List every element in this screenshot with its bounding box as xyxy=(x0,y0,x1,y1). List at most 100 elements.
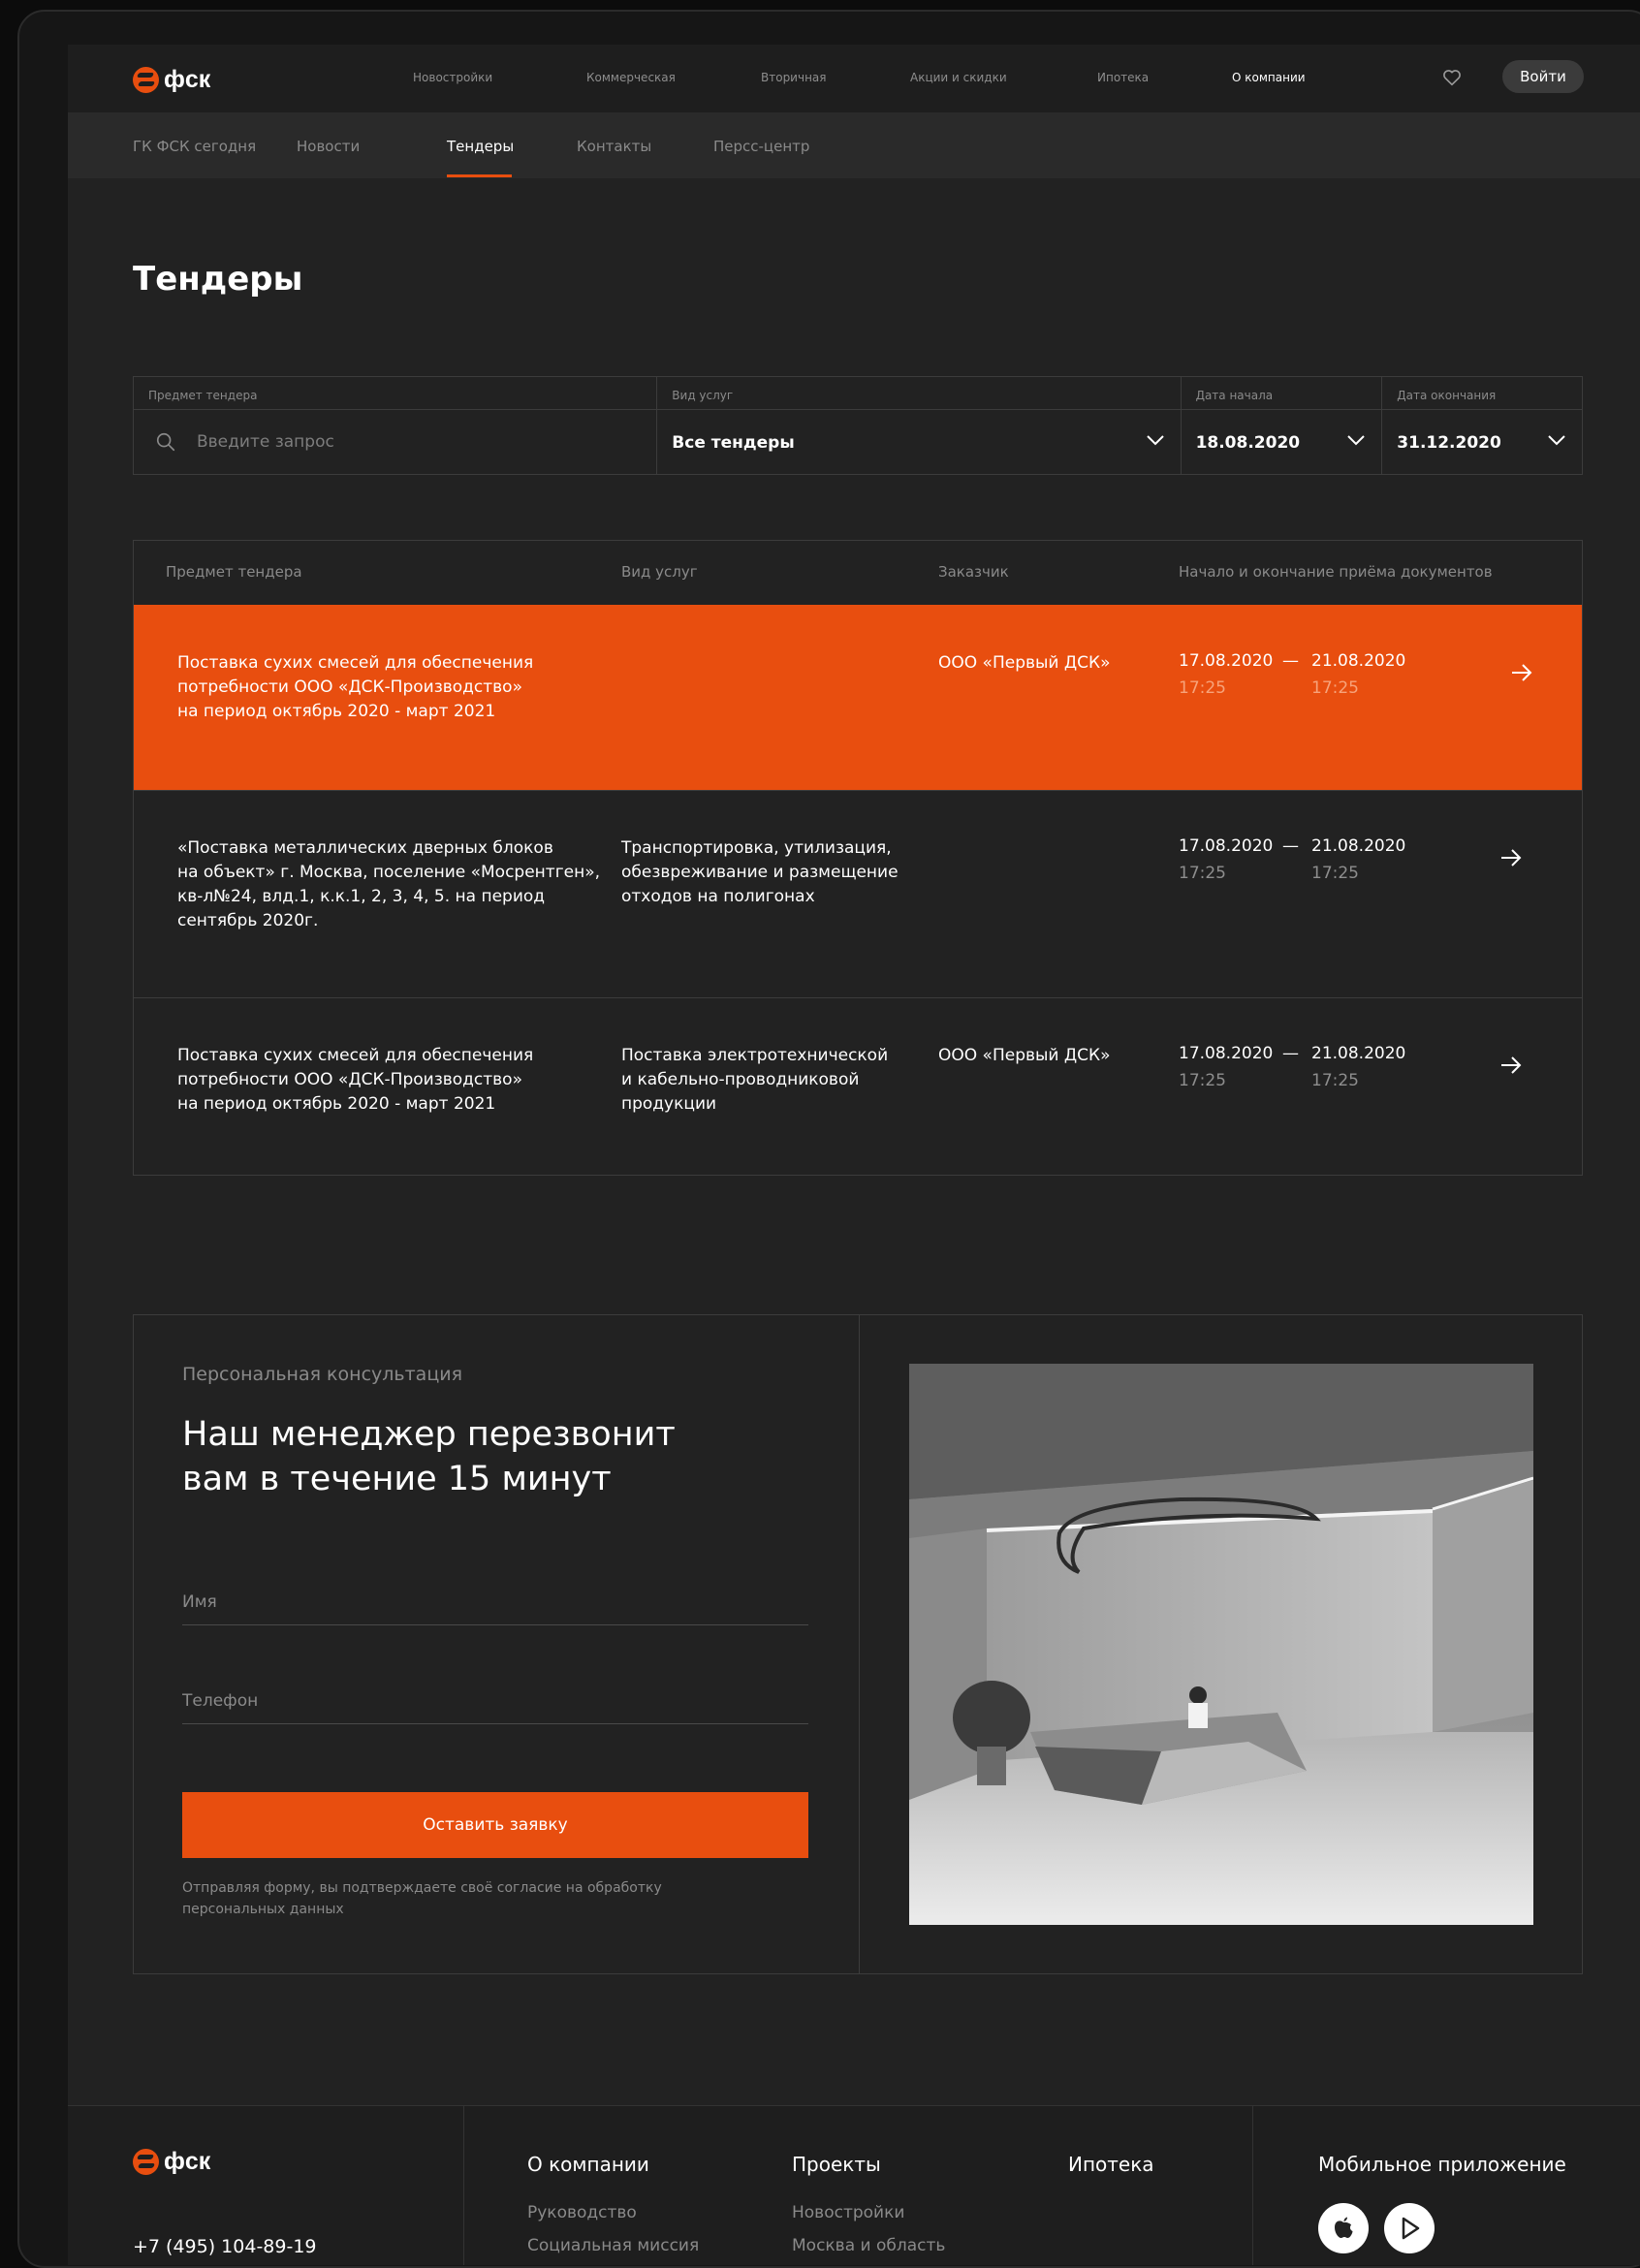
end-time: 17:25 xyxy=(1311,1071,1359,1090)
row-customer: ООО «Первый ДСК» xyxy=(938,1046,1111,1065)
phone-input[interactable] xyxy=(182,1682,808,1720)
play-store-icon xyxy=(1402,2217,1420,2240)
col-header-subject: Предмет тендера xyxy=(166,563,302,581)
row-service: Поставка электротехнической и кабельно-п… xyxy=(621,1046,889,1114)
filter-service-label: Вид услуг xyxy=(672,389,734,402)
apple-icon xyxy=(1335,2217,1353,2238)
filter-service-select[interactable]: Вид услуг Все тендеры xyxy=(657,377,1182,474)
table-row[interactable]: «Поставка металлических дверных блоков н… xyxy=(134,790,1582,997)
tenders-table: Предмет тендера Вид услуг Заказчик Начал… xyxy=(133,540,1583,1176)
filter-end-value: 31.12.2020 xyxy=(1397,433,1501,453)
section-divider xyxy=(859,1315,860,1973)
row-subject: «Поставка металлических дверных блоков н… xyxy=(177,838,600,930)
consent-note: Отправляя форму, вы подтверждаете своё с… xyxy=(182,1880,662,1917)
row-service: Транспортировка, утилизация, обезврежива… xyxy=(621,838,899,906)
col-header-service: Вид услуг xyxy=(621,563,698,581)
subnav-item-today[interactable]: ГК ФСК сегодня xyxy=(133,138,256,155)
login-button[interactable]: Войти xyxy=(1502,60,1584,93)
col-header-dates: Начало и окончание приёма документов xyxy=(1179,563,1493,581)
active-tab-indicator xyxy=(447,174,512,177)
footer-heading-mortgage[interactable]: Ипотека xyxy=(1068,2153,1154,2176)
filter-divider xyxy=(134,409,657,410)
tender-filters: Предмет тендера Вид услуг Все тендеры Да… xyxy=(133,376,1583,475)
chevron-down-icon xyxy=(1548,435,1565,446)
consultation-kicker: Персональная консультация xyxy=(182,1364,463,1385)
start-date: 17.08.2020 xyxy=(1179,1044,1274,1063)
table-row[interactable]: Поставка сухих смесей для обеспечения по… xyxy=(134,605,1582,790)
start-time: 17:25 xyxy=(1179,1071,1226,1090)
row-subject: Поставка сухих смесей для обеспечения по… xyxy=(177,653,534,721)
footer: фск +7 (495) 104-89-19 О компании Руково… xyxy=(68,2105,1640,2265)
footer-link-management[interactable]: Руководство xyxy=(527,2203,637,2222)
footer-logo-text: фск xyxy=(164,2148,211,2175)
top-navbar: фск Новостройки Коммерческая Вторичная А… xyxy=(68,45,1640,112)
nav-item-commercial[interactable]: Коммерческая xyxy=(586,71,676,84)
phone-field xyxy=(182,1682,808,1724)
name-input[interactable] xyxy=(182,1583,808,1622)
nav-item-promotions[interactable]: Акции и скидки xyxy=(910,71,1007,84)
chevron-down-icon xyxy=(1347,435,1365,446)
footer-heading-about[interactable]: О компании xyxy=(527,2153,649,2176)
arrow-right-icon[interactable] xyxy=(1499,1055,1523,1075)
app-store-button[interactable] xyxy=(1318,2203,1369,2253)
row-customer: ООО «Первый ДСК» xyxy=(938,653,1111,673)
subnav-item-contacts[interactable]: Контакты xyxy=(577,138,651,155)
heart-icon[interactable] xyxy=(1441,67,1463,88)
filter-start-label: Дата начала xyxy=(1195,389,1274,402)
subnav-item-news[interactable]: Новости xyxy=(297,138,360,155)
footer-phone[interactable]: +7 (495) 104-89-19 xyxy=(133,2236,317,2257)
page-title: Тендеры xyxy=(133,260,303,299)
table-header: Предмет тендера Вид услуг Заказчик Начал… xyxy=(134,541,1582,605)
date-dash: — xyxy=(1282,836,1299,856)
col-header-customer: Заказчик xyxy=(938,563,1009,581)
filter-divider xyxy=(1181,409,1382,410)
nav-item-about[interactable]: О компании xyxy=(1232,71,1306,84)
filter-end-label: Дата окончания xyxy=(1397,389,1497,402)
filter-service-value: Все тендеры xyxy=(672,433,795,453)
date-dash: — xyxy=(1282,651,1299,671)
footer-heading-projects[interactable]: Проекты xyxy=(792,2153,881,2176)
chevron-down-icon xyxy=(1146,435,1164,446)
footer-divider xyxy=(463,2106,464,2265)
nav-item-secondary[interactable]: Вторичная xyxy=(761,71,827,84)
office-lobby-photo xyxy=(909,1364,1533,1925)
subnav-item-press-center[interactable]: Персс-центр xyxy=(713,138,809,155)
end-time: 17:25 xyxy=(1311,864,1359,883)
filter-divider xyxy=(657,409,1181,410)
search-icon xyxy=(156,432,175,452)
table-row[interactable]: Поставка сухих смесей для обеспечения по… xyxy=(134,997,1582,1175)
arrow-right-icon[interactable] xyxy=(1499,848,1523,867)
end-time: 17:25 xyxy=(1311,678,1359,698)
arrow-right-icon[interactable] xyxy=(1510,663,1533,682)
footer-link-new-buildings[interactable]: Новостройки xyxy=(792,2203,904,2222)
footer-link-moscow-region[interactable]: Москва и область xyxy=(792,2236,945,2255)
name-field xyxy=(182,1583,808,1625)
filter-subject: Предмет тендера xyxy=(134,377,658,474)
row-subject: Поставка сухих смесей для обеспечения по… xyxy=(177,1046,534,1114)
date-dash: — xyxy=(1282,1044,1299,1063)
subnav-item-tenders[interactable]: Тендеры xyxy=(447,138,514,155)
main-nav: Новостройки Коммерческая Вторичная Акции… xyxy=(68,71,1640,86)
browser-screen: фск Новостройки Коммерческая Вторичная А… xyxy=(68,45,1640,2265)
sub-nav: ГК ФСК сегодня Новости Тендеры Контакты … xyxy=(68,112,1640,178)
footer-divider xyxy=(1252,2106,1253,2265)
filter-start-date[interactable]: Дата начала 18.08.2020 xyxy=(1181,377,1383,474)
nav-item-mortgage[interactable]: Ипотека xyxy=(1097,71,1149,84)
filter-subject-label: Предмет тендера xyxy=(148,389,258,402)
filter-start-value: 18.08.2020 xyxy=(1195,433,1301,453)
footer-heading-app: Мобильное приложение xyxy=(1318,2153,1566,2176)
start-date: 17.08.2020 xyxy=(1179,651,1274,671)
logo-mark-icon xyxy=(133,2149,159,2175)
submit-request-button[interactable]: Оставить заявку xyxy=(182,1792,808,1858)
nav-item-new-buildings[interactable]: Новостройки xyxy=(413,71,492,84)
filter-end-date[interactable]: Дата окончания 31.12.2020 xyxy=(1382,377,1582,474)
footer-logo[interactable]: фск xyxy=(133,2148,210,2176)
search-input[interactable] xyxy=(197,427,565,457)
consultation-title: Наш менеджер перезвонит вам в течение 15… xyxy=(182,1415,676,1498)
google-play-button[interactable] xyxy=(1384,2203,1435,2253)
end-date: 21.08.2020 xyxy=(1311,1044,1406,1063)
device-frame: фск Новостройки Коммерческая Вторичная А… xyxy=(17,10,1640,2268)
consultation-section: Персональная консультация Наш менеджер п… xyxy=(133,1314,1583,1974)
filter-divider xyxy=(1382,409,1582,410)
footer-link-social-mission[interactable]: Социальная миссия xyxy=(527,2236,699,2255)
